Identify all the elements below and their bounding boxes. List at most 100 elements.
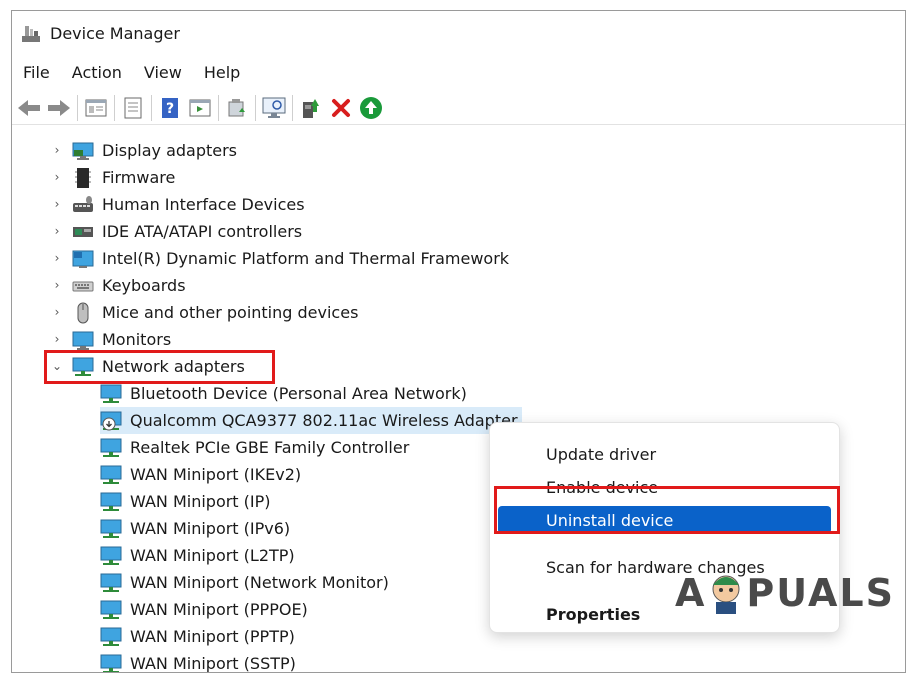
tree-category-firmware[interactable]: › Firmware bbox=[50, 164, 175, 191]
tree-device-wan-pptp[interactable]: WAN Miniport (PPTP) bbox=[100, 623, 295, 650]
disabled-network-adapter-icon bbox=[100, 411, 122, 430]
watermark-right-text: PUALS bbox=[746, 571, 895, 615]
display-adapter-icon bbox=[72, 142, 94, 160]
chevron-right-icon[interactable]: › bbox=[50, 278, 64, 292]
toolbar-separator bbox=[151, 94, 152, 121]
mouse-icon bbox=[77, 302, 89, 323]
tree-device-label: WAN Miniport (PPTP) bbox=[130, 627, 295, 646]
chevron-right-icon[interactable]: › bbox=[50, 305, 64, 319]
update-driver-icon[interactable] bbox=[296, 93, 326, 123]
chevron-right-icon[interactable]: › bbox=[50, 251, 64, 265]
menu-file[interactable]: File bbox=[12, 63, 61, 82]
tree-device-label: WAN Miniport (IP) bbox=[130, 492, 271, 511]
show-hidden-icon[interactable] bbox=[185, 93, 215, 123]
tree-device-label: WAN Miniport (L2TP) bbox=[130, 546, 295, 565]
chevron-right-icon[interactable]: › bbox=[50, 143, 64, 157]
chevron-down-icon[interactable]: ⌄ bbox=[50, 359, 64, 373]
tree-category-label: Keyboards bbox=[102, 276, 186, 295]
properties-icon[interactable] bbox=[81, 93, 111, 123]
toolbar-separator bbox=[77, 94, 78, 121]
tree-category-network-adapters[interactable]: ⌄ Network adapters bbox=[50, 353, 245, 380]
tree-device-qualcomm-wireless[interactable]: Qualcomm QCA9377 802.11ac Wireless Adapt… bbox=[100, 407, 522, 434]
tree-category-intel-dynamic-platform[interactable]: › Intel(R) Dynamic Platform and Thermal … bbox=[50, 245, 509, 272]
hid-icon bbox=[73, 195, 93, 212]
tree-category-display-adapters[interactable]: › Display adapters bbox=[50, 137, 237, 164]
tree-category-label: Network adapters bbox=[102, 357, 245, 376]
chevron-right-icon[interactable]: › bbox=[50, 224, 64, 238]
watermark-left-text: A bbox=[675, 571, 707, 615]
appuals-watermark: A PUALS bbox=[675, 571, 895, 615]
tree-device-label: WAN Miniport (SSTP) bbox=[130, 654, 296, 673]
scan-hardware-icon[interactable] bbox=[222, 93, 252, 123]
tree-device-wan-sstp[interactable]: WAN Miniport (SSTP) bbox=[100, 650, 296, 673]
monitor-icon bbox=[72, 331, 94, 350]
tree-device-label: WAN Miniport (IKEv2) bbox=[130, 465, 302, 484]
enable-device-icon[interactable] bbox=[356, 93, 386, 123]
network-adapter-icon bbox=[72, 357, 94, 376]
menu-view[interactable]: View bbox=[133, 63, 193, 82]
toolbar-separator bbox=[114, 94, 115, 121]
tree-category-label: Human Interface Devices bbox=[102, 195, 305, 214]
tree-category-label: IDE ATA/ATAPI controllers bbox=[102, 222, 303, 241]
menu-action[interactable]: Action bbox=[61, 63, 133, 82]
ctx-update-driver[interactable]: Update driver bbox=[498, 440, 831, 468]
tree-device-wan-l2tp[interactable]: WAN Miniport (L2TP) bbox=[100, 542, 295, 569]
tree-category-label: Mice and other pointing devices bbox=[102, 303, 359, 322]
forward-arrow-icon[interactable] bbox=[44, 93, 74, 123]
device-manager-icon bbox=[22, 26, 40, 42]
tree-category-label: Intel(R) Dynamic Platform and Thermal Fr… bbox=[102, 249, 510, 268]
tree-device-label: WAN Miniport (PPPOE) bbox=[130, 600, 308, 619]
monitor-icon[interactable] bbox=[259, 93, 289, 123]
chevron-right-icon[interactable]: › bbox=[50, 332, 64, 346]
help-icon[interactable]: ? bbox=[155, 93, 185, 123]
mascot-icon bbox=[712, 575, 740, 614]
chevron-right-icon[interactable]: › bbox=[50, 197, 64, 211]
network-adapter-icon bbox=[100, 492, 122, 511]
toolbar: ? bbox=[12, 91, 905, 125]
toolbar-separator bbox=[218, 94, 219, 121]
tree-device-label: Qualcomm QCA9377 802.11ac Wireless Adapt… bbox=[130, 411, 518, 430]
tree-device-wan-ikev2[interactable]: WAN Miniport (IKEv2) bbox=[100, 461, 301, 488]
tree-device-label: WAN Miniport (IPv6) bbox=[130, 519, 291, 538]
tree-category-monitors[interactable]: › Monitors bbox=[50, 326, 171, 353]
title-bar: Device Manager bbox=[12, 11, 905, 55]
network-adapter-icon bbox=[100, 438, 122, 457]
list-icon[interactable] bbox=[118, 93, 148, 123]
tree-device-label: WAN Miniport (Network Monitor) bbox=[130, 573, 389, 592]
tree-device-label: Realtek PCIe GBE Family Controller bbox=[130, 438, 410, 457]
tree-category-label: Monitors bbox=[102, 330, 172, 349]
network-adapter-icon bbox=[100, 627, 122, 646]
ctx-enable-device[interactable]: Enable device bbox=[498, 473, 831, 501]
chevron-right-icon[interactable]: › bbox=[50, 170, 64, 184]
tree-category-keyboards[interactable]: › Keyboards bbox=[50, 272, 186, 299]
network-adapter-icon bbox=[100, 654, 122, 672]
ide-controller-icon bbox=[73, 226, 93, 237]
network-adapter-icon bbox=[100, 384, 122, 403]
tree-device-bluetooth-pan[interactable]: Bluetooth Device (Personal Area Network) bbox=[100, 380, 467, 407]
uninstall-x-icon[interactable] bbox=[326, 93, 356, 123]
window-title: Device Manager bbox=[50, 23, 180, 43]
tree-category-ide-ata-atapi-controllers[interactable]: › IDE ATA/ATAPI controllers bbox=[50, 218, 303, 245]
tree-device-wan-network-monitor[interactable]: WAN Miniport (Network Monitor) bbox=[100, 569, 389, 596]
back-arrow-icon[interactable] bbox=[14, 93, 44, 123]
ctx-uninstall-device[interactable]: Uninstall device bbox=[498, 506, 831, 534]
network-adapter-icon bbox=[100, 546, 122, 565]
keyboard-icon bbox=[72, 281, 94, 291]
intel-platform-icon bbox=[72, 250, 94, 268]
tree-device-wan-pppoe[interactable]: WAN Miniport (PPPOE) bbox=[100, 596, 308, 623]
network-adapter-icon bbox=[100, 519, 122, 538]
tree-device-wan-ip[interactable]: WAN Miniport (IP) bbox=[100, 488, 271, 515]
tree-device-wan-ipv6[interactable]: WAN Miniport (IPv6) bbox=[100, 515, 290, 542]
toolbar-separator bbox=[292, 94, 293, 121]
network-adapter-icon bbox=[100, 573, 122, 592]
network-adapter-icon bbox=[100, 465, 122, 484]
toolbar-separator bbox=[255, 94, 256, 121]
tree-category-label: Firmware bbox=[102, 168, 176, 187]
tree-category-label: Display adapters bbox=[102, 141, 238, 160]
tree-category-human-interface-devices[interactable]: › Human Interface Devices bbox=[50, 191, 305, 218]
network-adapter-icon bbox=[100, 600, 122, 619]
tree-category-mice[interactable]: › Mice and other pointing devices bbox=[50, 299, 358, 326]
tree-device-realtek-gbe[interactable]: Realtek PCIe GBE Family Controller bbox=[100, 434, 409, 461]
menu-help[interactable]: Help bbox=[193, 63, 251, 82]
menu-bar: File Action View Help bbox=[12, 58, 251, 86]
